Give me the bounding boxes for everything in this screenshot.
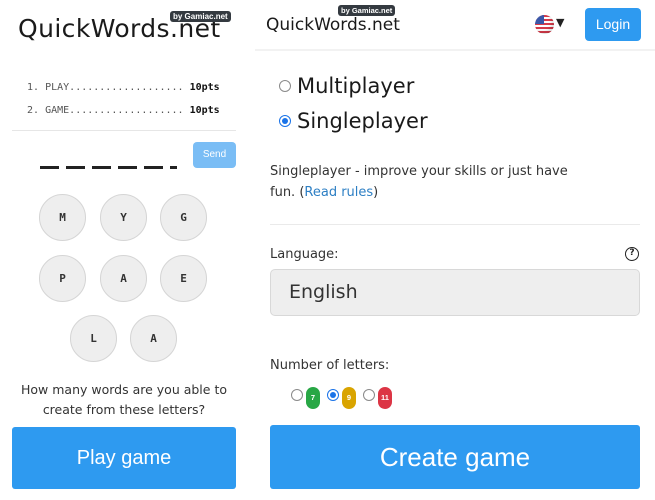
letter-tile[interactable]: G [160, 194, 207, 241]
letters-badge: 7 [306, 387, 320, 409]
word-rank: 1. [27, 82, 40, 93]
divider [12, 130, 236, 131]
publisher-badge[interactable]: by Gamiac.net [170, 11, 231, 22]
letters-count-label: Number of letters: [270, 358, 390, 373]
word-rank: 2. [27, 105, 40, 116]
letter-tile[interactable]: A [100, 255, 147, 302]
multiplayer-radio[interactable] [279, 80, 291, 92]
letters-11-radio[interactable] [363, 389, 375, 401]
letter-tile[interactable]: Y [100, 194, 147, 241]
letters-option-7[interactable]: 7 [291, 381, 320, 409]
mode-label: Multiplayer [297, 74, 415, 98]
language-label: Language: [270, 247, 339, 262]
letters-count-options: 7 9 11 [291, 381, 399, 409]
help-icon[interactable]: ? [625, 247, 639, 261]
play-game-button[interactable]: Play game [12, 427, 236, 489]
word-points: 10pts [189, 105, 220, 116]
word-dots: ................... [69, 105, 184, 116]
letters-7-radio[interactable] [291, 389, 303, 401]
create-game-panel: QuickWords.net by Gamiac.net ▼ Login Mul… [255, 0, 655, 500]
answer-slot [118, 166, 137, 169]
answer-slot [92, 166, 111, 169]
word-text: GAME [45, 105, 70, 116]
found-words-list: 1. PLAY................... 10pts 2. GAME… [27, 80, 220, 126]
us-flag-icon[interactable] [535, 15, 554, 34]
login-button[interactable]: Login [585, 8, 641, 41]
game-panel: QuickWords.net by Gamiac.net 1. PLAY....… [0, 0, 248, 500]
letter-tile[interactable]: A [130, 315, 177, 362]
mode-description: Singleplayer - improve your skills or ju… [270, 164, 568, 200]
mode-option-multiplayer[interactable]: Multiplayer [279, 74, 414, 98]
letter-tile[interactable]: P [39, 255, 86, 302]
letter-tile[interactable]: M [39, 194, 86, 241]
answer-slot [170, 166, 177, 169]
singleplayer-radio[interactable] [279, 115, 291, 127]
letters-9-radio[interactable] [327, 389, 339, 401]
letters-option-9[interactable]: 9 [327, 381, 356, 409]
answer-slot [66, 166, 85, 169]
letter-tile[interactable]: E [160, 255, 207, 302]
letters-option-11[interactable]: 11 [363, 381, 392, 409]
divider [270, 224, 640, 225]
answer-slot [144, 166, 163, 169]
create-game-button[interactable]: Create game [270, 425, 640, 489]
caret-down-icon[interactable]: ▼ [556, 16, 564, 29]
header-divider [255, 49, 655, 51]
answer-slots [40, 156, 177, 169]
game-question: How many words are you able to create fr… [21, 382, 227, 417]
word-dots: ................... [69, 82, 184, 93]
word-text: PLAY [45, 82, 70, 93]
mode-label: Singleplayer [297, 109, 428, 133]
word-points: 10pts [189, 82, 220, 93]
letter-tile[interactable]: L [70, 315, 117, 362]
send-button[interactable]: Send [193, 142, 236, 168]
mode-option-singleplayer[interactable]: Singleplayer [279, 109, 428, 133]
language-select[interactable]: English [270, 269, 640, 316]
found-word-row: 2. GAME................... 10pts [27, 103, 220, 126]
found-word-row: 1. PLAY................... 10pts [27, 80, 220, 103]
letters-badge: 11 [378, 387, 392, 409]
read-rules-link[interactable]: Read rules [304, 185, 373, 200]
letters-badge: 9 [342, 387, 356, 409]
answer-slot [40, 166, 59, 169]
site-logo[interactable]: QuickWords.net [266, 15, 400, 35]
publisher-badge[interactable]: by Gamiac.net [338, 5, 396, 16]
